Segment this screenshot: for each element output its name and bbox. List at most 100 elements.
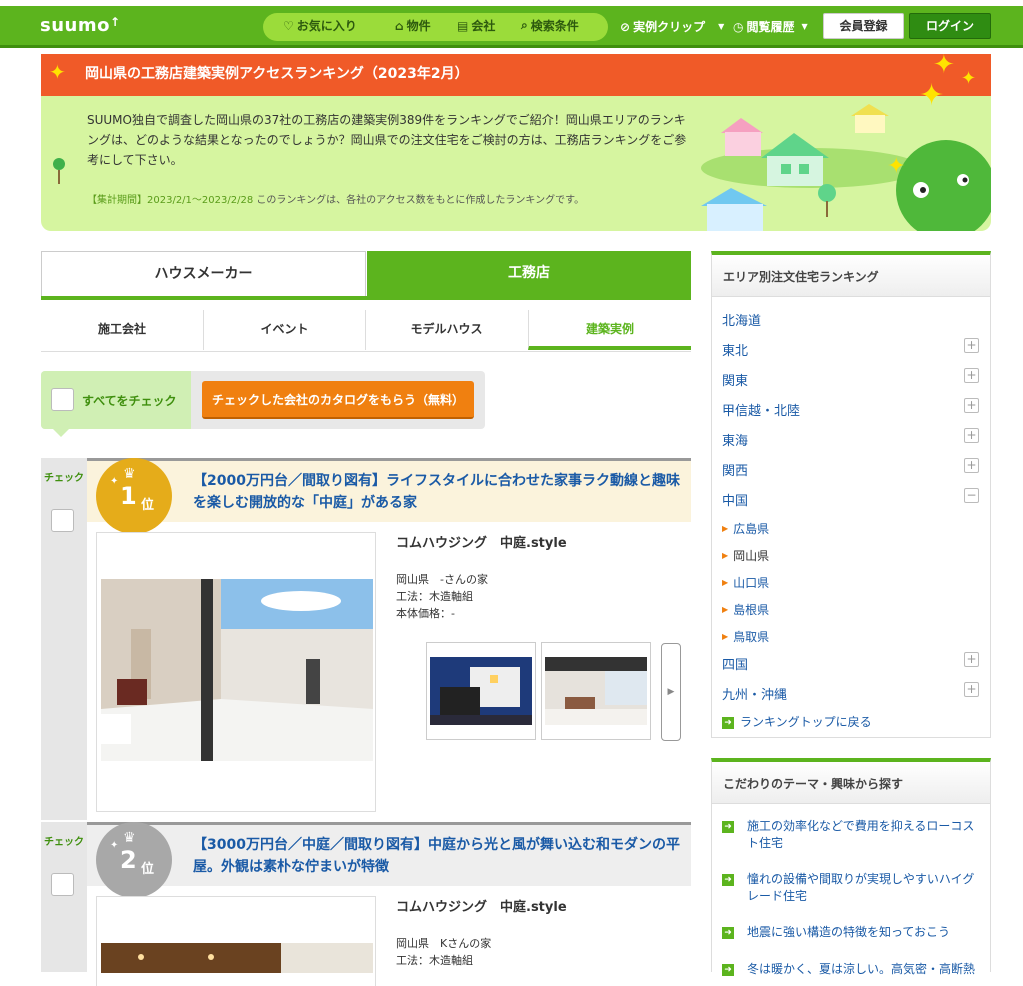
area-tohoku[interactable]: 東北 <box>722 340 748 359</box>
arrow-right-icon: ➜ <box>722 821 734 833</box>
area-link[interactable]: 関西 <box>722 464 748 479</box>
area-tokai[interactable]: 東海 <box>722 430 748 449</box>
nav-favorites[interactable]: ♡ お気に入り <box>283 17 357 34</box>
area-label[interactable]: 中国 <box>722 494 748 509</box>
back-link[interactable]: ランキングトップに戻る <box>740 715 872 729</box>
theme-item[interactable]: ➜ 地震に強い構造の特徴を知っておこう <box>722 924 982 941</box>
theme-item[interactable]: ➜ 冬は暖かく、夏は涼しい。高気密・高断熱 <box>722 961 982 978</box>
expand-plus-icon[interactable]: + <box>964 652 979 667</box>
expand-plus-icon[interactable]: + <box>964 338 979 353</box>
thumbnail-2[interactable] <box>541 642 651 740</box>
subtab-events[interactable]: イベント <box>203 310 365 350</box>
clip-link[interactable]: ⊘ 実例クリップ ▼ <box>620 18 724 35</box>
sub-area-link[interactable]: 広島県 <box>733 520 769 537</box>
area-link[interactable]: 九州・沖縄 <box>722 688 787 703</box>
subtab-builders[interactable]: 施工会社 <box>41 310 203 350</box>
header-nav-pill: ♡ お気に入り ⌂ 物件 ▤ 会社 ⌕ 検索条件 <box>263 13 608 41</box>
history-link[interactable]: ◷ 閲覧履歴 ▼ <box>733 18 808 35</box>
sub-area-shimane[interactable]: ▶ 島根県 <box>722 601 769 618</box>
search-icon: ⌕ <box>521 18 528 32</box>
area-link[interactable]: 北海道 <box>722 314 761 329</box>
nav-company[interactable]: ▤ 会社 <box>457 17 495 34</box>
history-label: 閲覧履歴 <box>746 20 795 34</box>
clip-dropdown-icon[interactable]: ▼ <box>718 22 724 31</box>
catalog-request-button[interactable]: チェックした会社のカタログをもらう（無料） <box>202 381 474 419</box>
area-link[interactable]: 甲信越・北陸 <box>722 404 800 419</box>
main-photo[interactable] <box>96 896 376 986</box>
banner-title-bar: ✦ 岡山県の工務店建築実例アクセスランキング（2023年2月） ✦ ✦ <box>41 54 991 96</box>
expand-plus-icon[interactable]: + <box>964 458 979 473</box>
theme-panel: こだわりのテーマ・興味から探す ➜ 施工の効率化などで費用を抑えるローコスト住宅 … <box>711 758 991 976</box>
sub-area-link[interactable]: 山口県 <box>733 574 769 591</box>
expand-plus-icon[interactable]: + <box>964 428 979 443</box>
check-column: チェック <box>41 822 87 972</box>
entry-info: 岡山県 Kさんの家 工法：木造軸組 <box>396 935 491 969</box>
tree-trunk <box>58 170 60 184</box>
subtab-cases[interactable]: 建築実例 <box>528 310 691 350</box>
rank-suffix: 位 <box>141 498 155 513</box>
sparkle-icon: ✦ <box>110 840 119 851</box>
expand-plus-icon[interactable]: + <box>964 398 979 413</box>
star-icon: ✦ <box>933 54 955 80</box>
area-kyushu[interactable]: 九州・沖縄 <box>722 684 787 703</box>
tree-icon <box>53 158 65 170</box>
check-all-checkbox[interactable] <box>51 388 74 411</box>
theme-link[interactable]: 憧れの設備や間取りが実現しやすいハイグレード住宅 <box>747 871 982 905</box>
area-kansai[interactable]: 関西 <box>722 460 748 479</box>
collapse-minus-icon[interactable]: − <box>964 488 979 503</box>
tab-house-maker[interactable]: ハウスメーカー <box>41 251 366 298</box>
area-chugoku[interactable]: 中国 <box>722 490 748 509</box>
clip-label: 実例クリップ <box>633 20 706 34</box>
nav-search-conditions[interactable]: ⌕ 検索条件 <box>521 17 579 34</box>
expand-plus-icon[interactable]: + <box>964 368 979 383</box>
check-label: チェック <box>44 473 84 484</box>
entry-method: 工法：木造軸組 <box>396 954 473 967</box>
entry-title-link[interactable]: 【2000万円台／間取り図有】ライフスタイルに合わせた家事ラク動線と趣味を楽しむ… <box>193 470 683 514</box>
suumo-logo[interactable]: suumo↑ <box>40 15 121 36</box>
sub-area-yamaguchi[interactable]: ▶ 山口県 <box>722 574 769 591</box>
area-link[interactable]: 東北 <box>722 344 748 359</box>
sub-area-tottori[interactable]: ▶ 鳥取県 <box>722 628 769 645</box>
main-photo[interactable] <box>96 532 376 812</box>
tab-builder[interactable]: 工務店 <box>367 251 691 298</box>
sub-area-link[interactable]: 島根県 <box>733 601 769 618</box>
area-link[interactable]: 関東 <box>722 374 748 389</box>
register-button[interactable]: 会員登録 <box>823 13 904 39</box>
arrow-right-icon: ➜ <box>722 716 734 729</box>
company-name[interactable]: コムハウジング 中庭.style <box>396 532 567 551</box>
thumbnail-interior <box>545 657 647 725</box>
theme-item[interactable]: ➜ 憧れの設備や間取りが実現しやすいハイグレード住宅 <box>722 871 982 905</box>
login-button[interactable]: ログイン <box>909 13 991 39</box>
entry-checkbox[interactable] <box>51 509 74 532</box>
check-bar-notch <box>51 427 71 437</box>
area-koshinetsu[interactable]: 甲信越・北陸 <box>722 400 800 419</box>
expand-plus-icon[interactable]: + <box>964 682 979 697</box>
company-name[interactable]: コムハウジング 中庭.style <box>396 896 567 915</box>
sub-area-link[interactable]: 鳥取県 <box>733 628 769 645</box>
theme-link[interactable]: 地震に強い構造の特徴を知っておこう <box>747 924 950 941</box>
theme-link[interactable]: 施工の効率化などで費用を抑えるローコスト住宅 <box>747 818 982 852</box>
theme-link[interactable]: 冬は暖かく、夏は涼しい。高気密・高断熱 <box>747 961 975 978</box>
area-shikoku[interactable]: 四国 <box>722 654 748 673</box>
history-dropdown-icon[interactable]: ▼ <box>802 22 808 31</box>
entry-checkbox[interactable] <box>51 873 74 896</box>
sub-area-hiroshima[interactable]: ▶ 広島県 <box>722 520 769 537</box>
entry-method: 工法：木造軸組 <box>396 590 473 603</box>
next-arrow-button[interactable]: ▶ <box>661 643 681 741</box>
check-all-area: すべてをチェック <box>41 371 191 429</box>
theme-title: こだわりのテーマ・興味から探す <box>712 762 990 804</box>
theme-item[interactable]: ➜ 施工の効率化などで費用を抑えるローコスト住宅 <box>722 818 982 852</box>
area-kanto[interactable]: 関東 <box>722 370 748 389</box>
area-link[interactable]: 四国 <box>722 658 748 673</box>
entry-title-link[interactable]: 【3000万円台／中庭／間取り図有】中庭から光と風が舞い込む和モダンの平屋。外観… <box>193 834 683 878</box>
thumbnail-1[interactable] <box>426 642 536 740</box>
nav-property[interactable]: ⌂ 物件 <box>395 17 431 34</box>
rank-badge-silver: ✦ ♛ 2 位 <box>96 822 172 898</box>
crown-icon: ♛ <box>123 466 136 482</box>
area-link[interactable]: 東海 <box>722 434 748 449</box>
ranking-entry-1: チェック ✦ ♛ 1 位 【2000万円台／間取り図有】ライフスタイルに合わせた… <box>41 458 691 820</box>
subtab-model-house[interactable]: モデルハウス <box>365 310 527 350</box>
back-to-ranking-top[interactable]: ➜ ランキングトップに戻る <box>722 713 872 730</box>
area-hokkaido[interactable]: 北海道 <box>722 310 761 329</box>
check-all-label[interactable]: すべてをチェック <box>82 392 176 409</box>
